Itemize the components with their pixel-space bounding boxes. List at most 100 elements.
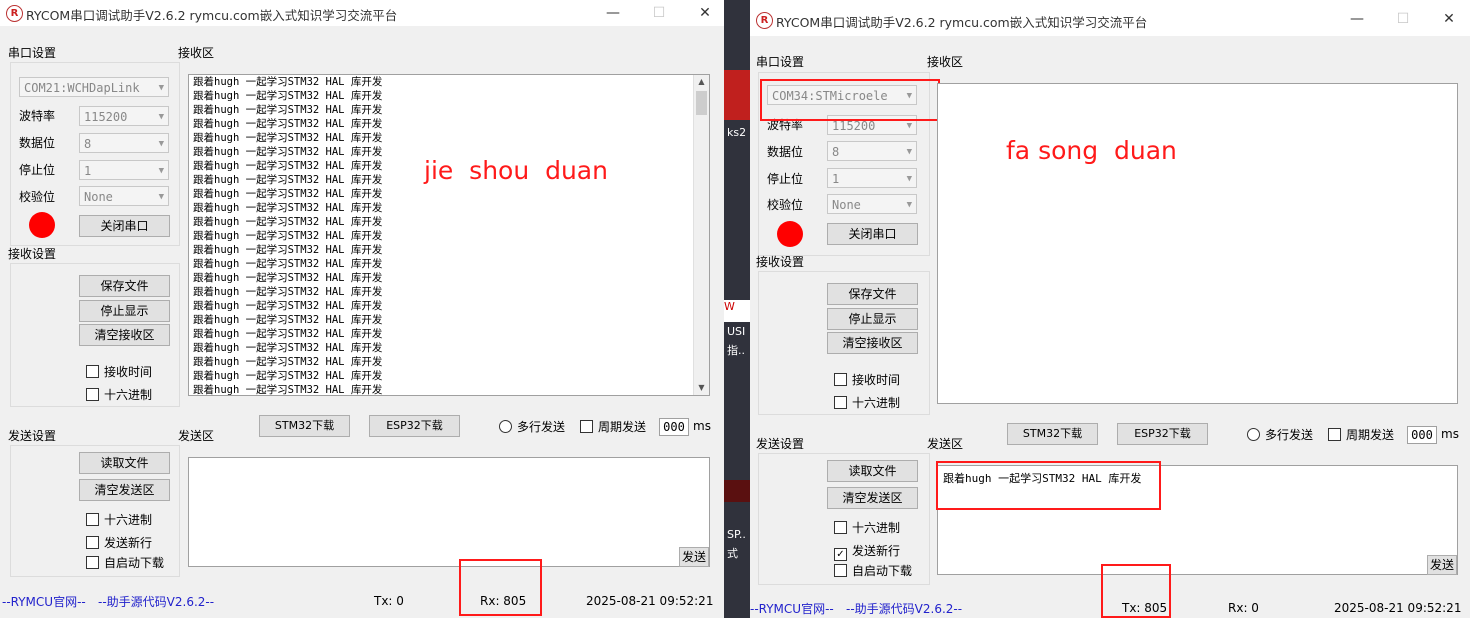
ms-unit-label: ms bbox=[693, 419, 711, 433]
title-bar: R RYCOM串口调试助手V2.6.2 rymcu.com嵌入式知识学习交流平台… bbox=[750, 0, 1470, 36]
period-input[interactable]: 000 bbox=[1407, 426, 1437, 444]
stop-bits-select[interactable]: 1 ▼ bbox=[79, 160, 169, 180]
parity-select[interactable]: None ▼ bbox=[827, 194, 917, 214]
data-bits-select[interactable]: 8 ▼ bbox=[79, 133, 169, 153]
receive-scrollbar[interactable]: ▲ ▼ bbox=[693, 75, 709, 395]
data-bits-label: 数据位 bbox=[767, 145, 804, 159]
send-button[interactable]: 发送 bbox=[679, 547, 709, 567]
chevron-down-icon: ▼ bbox=[158, 112, 164, 122]
send-settings-label: 发送设置 bbox=[8, 429, 57, 443]
received-line: 跟着hugh 一起学习STM32 HAL 库开发 bbox=[193, 286, 383, 298]
receive-hex-checkbox[interactable]: 十六进制 bbox=[834, 394, 900, 411]
multi-line-send-radio[interactable]: 多行发送 bbox=[499, 418, 565, 435]
received-line: 跟着hugh 一起学习STM32 HAL 库开发 bbox=[193, 202, 383, 214]
scroll-up-icon[interactable]: ▲ bbox=[694, 75, 709, 89]
received-line: 跟着hugh 一起学习STM32 HAL 库开发 bbox=[193, 160, 383, 172]
maximize-button[interactable]: ☐ bbox=[636, 0, 682, 26]
read-file-button[interactable]: 读取文件 bbox=[79, 452, 170, 474]
stop-bits-label: 停止位 bbox=[767, 172, 804, 186]
received-line: 跟着hugh 一起学习STM32 HAL 库开发 bbox=[193, 342, 383, 354]
periodic-send-checkbox[interactable]: 周期发送 bbox=[1328, 426, 1394, 443]
chevron-down-icon: ▼ bbox=[158, 83, 164, 93]
period-input[interactable]: 000 bbox=[659, 418, 689, 436]
receive-hex-checkbox[interactable]: 十六进制 bbox=[86, 386, 152, 403]
window-title: RYCOM串口调试助手V2.6.2 rymcu.com嵌入式知识学习交流平台 bbox=[26, 8, 398, 23]
clear-send-button[interactable]: 清空发送区 bbox=[827, 487, 918, 509]
send-hex-checkbox[interactable]: 十六进制 bbox=[86, 511, 152, 528]
minimize-button[interactable]: — bbox=[1334, 6, 1380, 32]
received-line: 跟着hugh 一起学习STM32 HAL 库开发 bbox=[193, 216, 383, 228]
stop-display-button[interactable]: 停止显示 bbox=[827, 308, 918, 330]
received-line: 跟着hugh 一起学习STM32 HAL 库开发 bbox=[193, 314, 383, 326]
close-window-button[interactable]: ✕ bbox=[682, 0, 724, 26]
clear-receive-button[interactable]: 清空接收区 bbox=[79, 324, 170, 346]
parity-select[interactable]: None ▼ bbox=[79, 186, 169, 206]
received-line: 跟着hugh 一起学习STM32 HAL 库开发 bbox=[193, 76, 383, 88]
checkmark-icon: ✓ bbox=[834, 548, 847, 561]
received-line: 跟着hugh 一起学习STM32 HAL 库开发 bbox=[193, 384, 383, 396]
scroll-down-icon[interactable]: ▼ bbox=[694, 381, 709, 395]
source-code-link[interactable]: --助手源代码V2.6.2-- bbox=[98, 593, 214, 610]
rymcu-official-link[interactable]: --RYMCU官网-- bbox=[2, 593, 86, 610]
received-line: 跟着hugh 一起学习STM32 HAL 库开发 bbox=[193, 356, 383, 368]
close-port-button[interactable]: 关闭串口 bbox=[79, 215, 170, 237]
multi-line-send-radio[interactable]: 多行发送 bbox=[1247, 426, 1313, 443]
send-newline-checkbox[interactable]: ✓ 发送新行 bbox=[834, 542, 900, 561]
stm32-download-button[interactable]: STM32下载 bbox=[1007, 423, 1098, 445]
chevron-down-icon: ▼ bbox=[158, 166, 164, 176]
receive-settings-label: 接收设置 bbox=[8, 247, 57, 261]
send-button[interactable]: 发送 bbox=[1427, 555, 1457, 575]
data-bits-select[interactable]: 8 ▼ bbox=[827, 141, 917, 161]
send-newline-checkbox[interactable]: 发送新行 bbox=[86, 534, 152, 551]
desktop-label: ks2 bbox=[727, 126, 747, 139]
esp32-download-button[interactable]: ESP32下载 bbox=[369, 415, 460, 437]
baud-rate-label: 波特率 bbox=[19, 109, 56, 123]
save-file-button[interactable]: 保存文件 bbox=[79, 275, 170, 297]
desktop-app-icon-dark bbox=[724, 480, 750, 502]
stop-bits-select[interactable]: 1 ▼ bbox=[827, 168, 917, 188]
received-line: 跟着hugh 一起学习STM32 HAL 库开发 bbox=[193, 104, 383, 116]
parity-label: 校验位 bbox=[767, 198, 804, 212]
receive-time-checkbox[interactable]: 接收时间 bbox=[86, 363, 152, 380]
send-textarea[interactable] bbox=[188, 457, 710, 567]
baud-rate-select[interactable]: 115200 ▼ bbox=[79, 106, 169, 126]
receive-time-checkbox[interactable]: 接收时间 bbox=[834, 371, 900, 388]
send-area-label: 发送区 bbox=[927, 437, 964, 451]
close-port-button[interactable]: 关闭串口 bbox=[827, 223, 918, 245]
auto-download-checkbox[interactable]: 自启动下载 bbox=[86, 554, 164, 571]
received-line: 跟着hugh 一起学习STM32 HAL 库开发 bbox=[193, 272, 383, 284]
esp32-download-button[interactable]: ESP32下载 bbox=[1117, 423, 1208, 445]
stm32-download-button[interactable]: STM32下载 bbox=[259, 415, 350, 437]
received-lines: 跟着hugh 一起学习STM32 HAL 库开发 跟着hugh 一起学习STM32… bbox=[193, 75, 383, 396]
ms-unit-label: ms bbox=[1441, 427, 1459, 441]
port-select[interactable]: COM21:WCHDapLink ▼ bbox=[19, 77, 169, 97]
serial-assistant-window-sender: R RYCOM串口调试助手V2.6.2 rymcu.com嵌入式知识学习交流平台… bbox=[750, 0, 1470, 618]
datetime-display: 2025-08-21 09:52:21 bbox=[1334, 601, 1462, 615]
read-file-button[interactable]: 读取文件 bbox=[827, 460, 918, 482]
maximize-button[interactable]: ☐ bbox=[1380, 6, 1426, 32]
source-code-link[interactable]: --助手源代码V2.6.2-- bbox=[846, 600, 962, 617]
chevron-down-icon: ▼ bbox=[158, 192, 164, 202]
desktop-label: SP.. bbox=[727, 528, 746, 541]
periodic-send-checkbox[interactable]: 周期发送 bbox=[580, 418, 646, 435]
stop-bits-label: 停止位 bbox=[19, 163, 56, 177]
minimize-button[interactable]: — bbox=[590, 0, 636, 26]
received-line: 跟着hugh 一起学习STM32 HAL 库开发 bbox=[193, 174, 383, 186]
scroll-thumb[interactable] bbox=[696, 91, 707, 115]
rx-highlight-box bbox=[459, 559, 542, 616]
title-bar: R RYCOM串口调试助手V2.6.2 rymcu.com嵌入式知识学习交流平台… bbox=[0, 0, 724, 26]
send-hex-checkbox[interactable]: 十六进制 bbox=[834, 519, 900, 536]
rycom-logo-icon: R bbox=[6, 5, 23, 22]
close-window-button[interactable]: ✕ bbox=[1426, 6, 1470, 32]
save-file-button[interactable]: 保存文件 bbox=[827, 283, 918, 305]
rymcu-official-link[interactable]: --RYMCU官网-- bbox=[750, 600, 834, 617]
receive-textarea[interactable] bbox=[937, 83, 1458, 404]
receive-textarea[interactable]: 跟着hugh 一起学习STM32 HAL 库开发 跟着hugh 一起学习STM32… bbox=[188, 74, 710, 396]
rx-counter: Rx: 0 bbox=[1228, 601, 1259, 615]
clear-send-button[interactable]: 清空发送区 bbox=[79, 479, 170, 501]
clear-receive-button[interactable]: 清空接收区 bbox=[827, 332, 918, 354]
send-settings-label: 发送设置 bbox=[756, 437, 805, 451]
desktop-label: 式 bbox=[727, 547, 738, 560]
stop-display-button[interactable]: 停止显示 bbox=[79, 300, 170, 322]
auto-download-checkbox[interactable]: 自启动下载 bbox=[834, 562, 912, 579]
